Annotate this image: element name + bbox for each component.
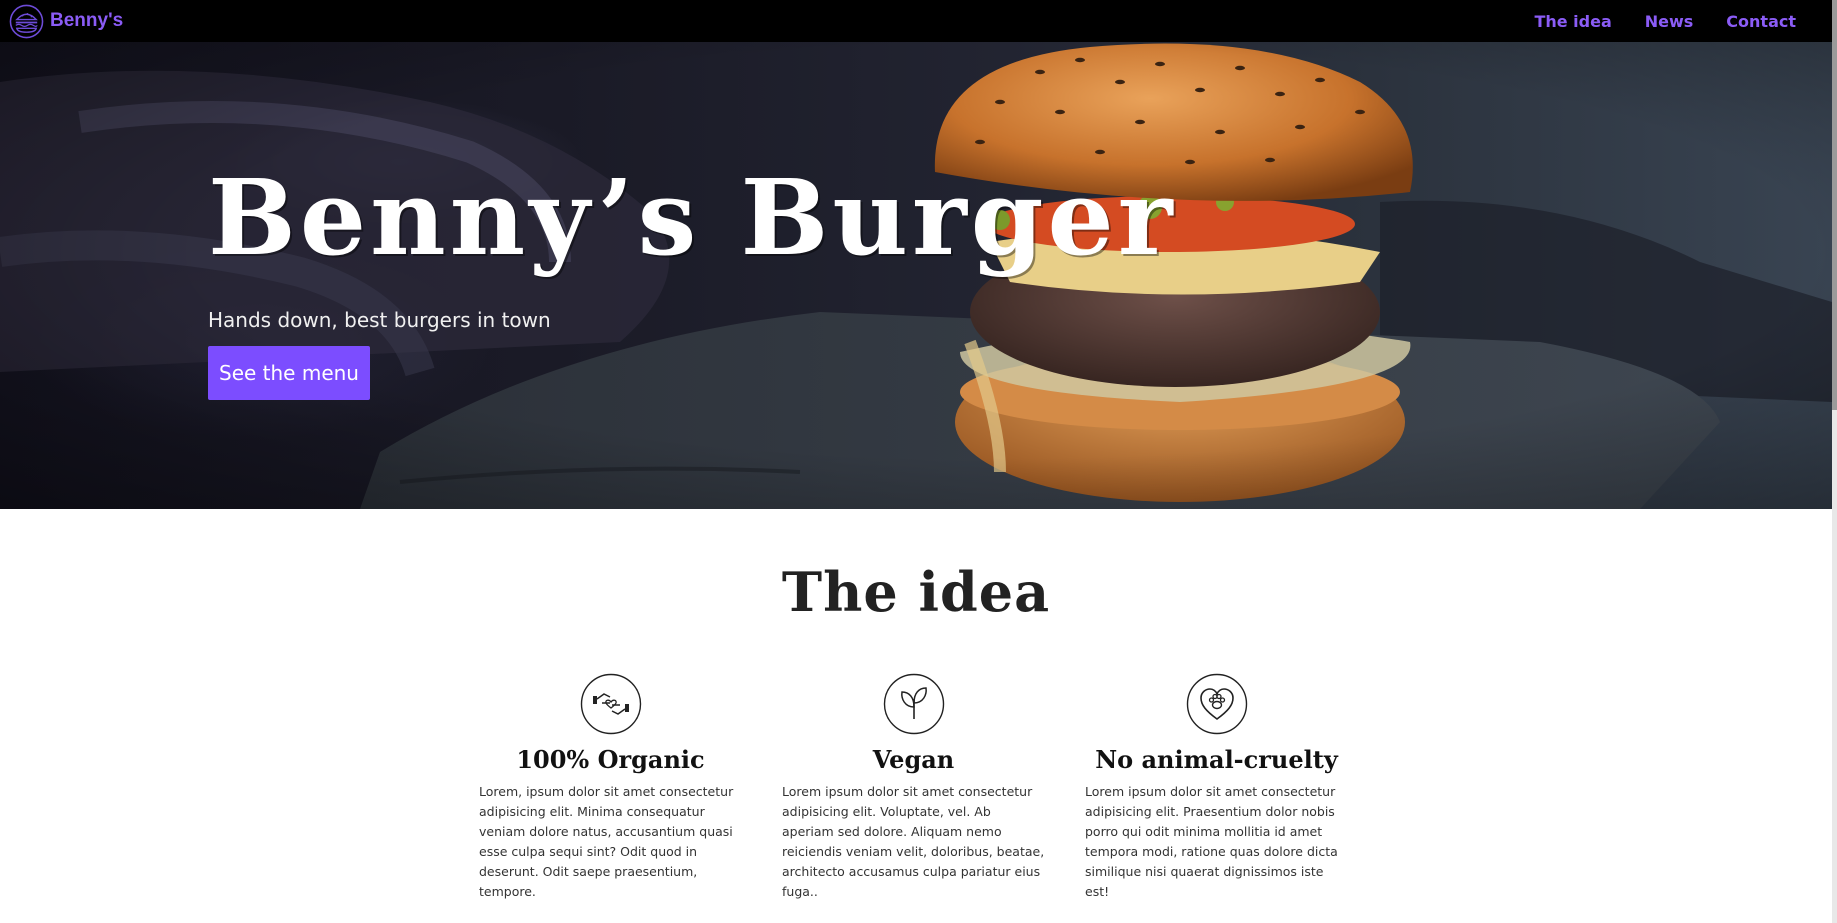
feature-text-organic: Lorem, ipsum dolor sit amet consectetur …: [479, 784, 734, 899]
nav-link-contact[interactable]: Contact: [1726, 12, 1796, 31]
nav-link-the-idea[interactable]: The idea: [1534, 12, 1611, 31]
organic-hands-heart-icon: [580, 673, 641, 735]
feature-text-no-cruelty: Lorem ipsum dolor sit amet consectetur a…: [1085, 784, 1338, 899]
scrollbar-thumb[interactable]: [1832, 0, 1837, 410]
brand-link[interactable]: Benny's: [9, 4, 123, 39]
burger-logo-icon: [9, 4, 44, 38]
heart-paw-icon: [1186, 673, 1247, 735]
idea-section-title: The idea: [781, 560, 1051, 624]
hero-subtitle: Hands down, best burgers in town: [208, 308, 551, 332]
feature-no-cruelty: No animal-cruelty Lorem ipsum dolor sit …: [1085, 673, 1348, 902]
feature-title-vegan: Vegan: [872, 745, 955, 774]
see-menu-button[interactable]: See the menu: [208, 346, 370, 400]
nav-links: The idea News Contact: [1534, 12, 1796, 31]
feature-text-vegan: Lorem ipsum dolor sit amet consectetur a…: [782, 784, 1045, 899]
feature-organic: 100% Organic Lorem, ipsum dolor sit amet…: [479, 673, 742, 902]
navbar: Benny's The idea News Contact: [0, 0, 1832, 42]
plant-sprout-icon: [883, 673, 944, 735]
brand-name: Benny's: [50, 10, 124, 31]
hero-content: Benny’s Burger Hands down, best burgers …: [208, 166, 1177, 400]
page-scrollbar[interactable]: [1832, 0, 1837, 923]
features-list: 100% Organic Lorem, ipsum dolor sit amet…: [479, 673, 1348, 902]
feature-title-no-cruelty: No animal-cruelty: [1095, 745, 1338, 774]
feature-title-organic: 100% Organic: [516, 745, 705, 774]
hero-title: Benny’s Burger: [208, 156, 1177, 279]
feature-vegan: Vegan Lorem ipsum dolor sit amet consect…: [782, 673, 1045, 902]
hero-banner: Benny’s Burger Hands down, best burgers …: [0, 42, 1832, 509]
nav-link-news[interactable]: News: [1645, 12, 1694, 31]
